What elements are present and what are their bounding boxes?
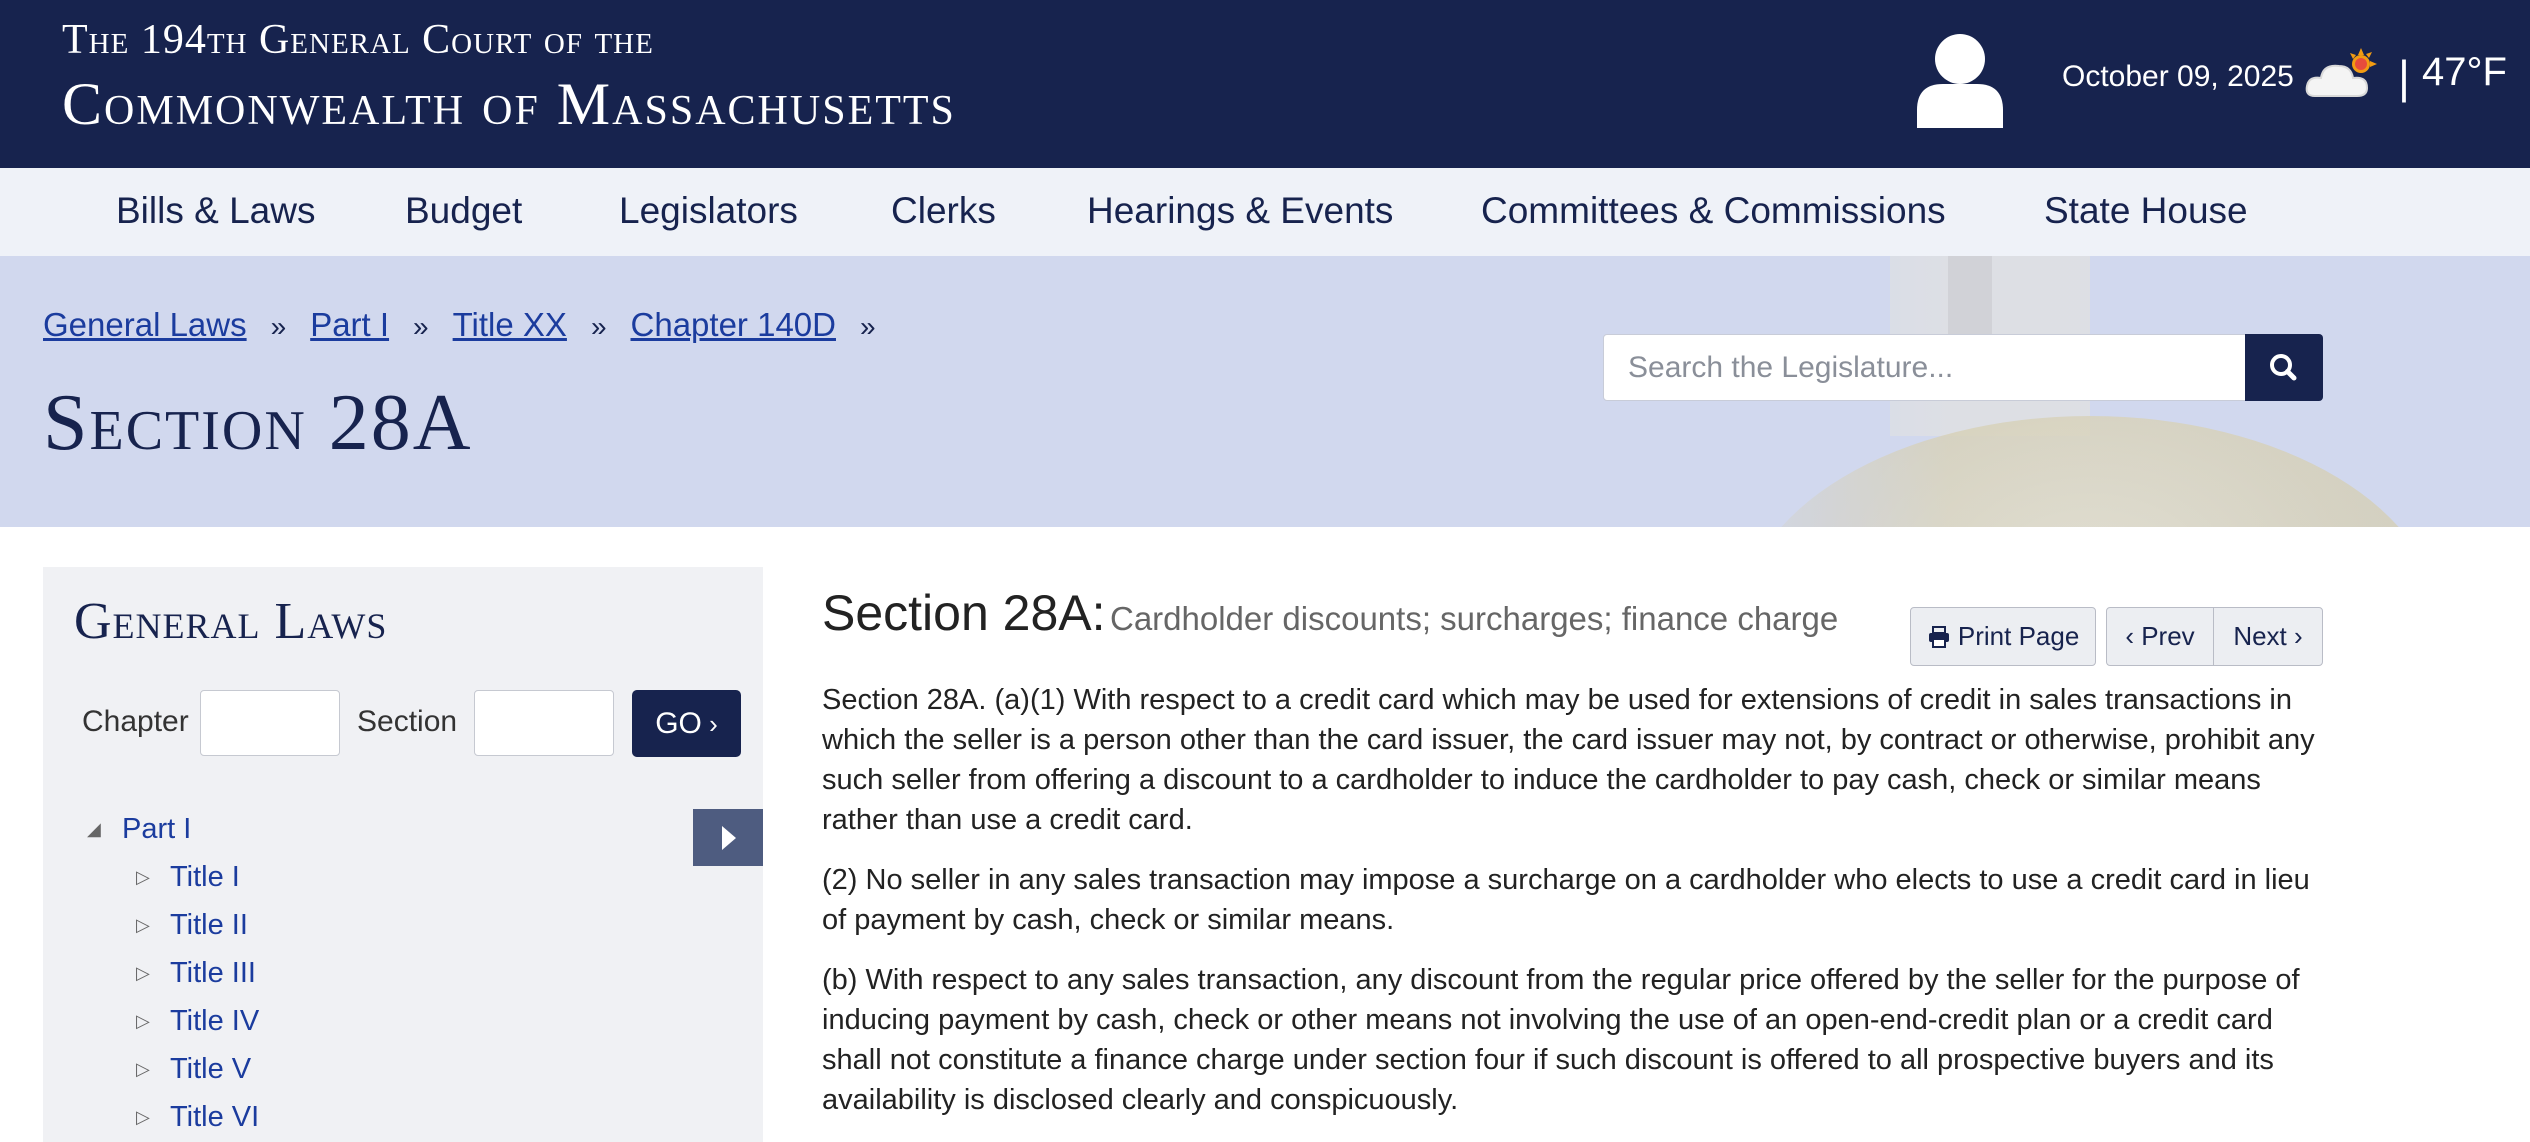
next-button[interactable]: Next › [2213, 607, 2323, 666]
search-button[interactable] [2245, 334, 2323, 401]
collapse-sidebar-button[interactable] [693, 809, 763, 866]
breadcrumb: General Laws » Part I » Title XX » Chapter 140… [43, 306, 900, 344]
section-input[interactable] [474, 690, 614, 756]
tree-title-ii[interactable]: Title II [170, 909, 248, 942]
collapsed-triangle-icon[interactable]: ▷ [136, 915, 150, 936]
collapsed-triangle-icon[interactable]: ▷ [136, 1107, 150, 1128]
go-label: GO [655, 707, 702, 740]
temperature: 47°F [2422, 50, 2507, 94]
collapsed-triangle-icon[interactable]: ▷ [136, 1011, 150, 1032]
breadcrumb-separator: » [859, 311, 876, 342]
chapter-input[interactable] [200, 690, 340, 756]
nav-legislators[interactable]: Legislators [619, 190, 798, 232]
site-header: The 194th General Court of the Commonwea… [0, 0, 2530, 168]
section-label: Section [357, 705, 458, 738]
expanded-triangle-icon[interactable]: ◢ [87, 819, 101, 840]
prev-button[interactable]: ‹ Prev [2106, 607, 2214, 666]
collapsed-triangle-icon[interactable]: ▷ [136, 867, 150, 888]
search-icon [2270, 354, 2297, 381]
paragraph-a1: Section 28A. (a)(1) With respect to a cr… [822, 684, 2315, 836]
tree-title-vi[interactable]: Title VI [170, 1101, 259, 1134]
breadcrumb-general-laws[interactable]: General Laws [43, 306, 247, 343]
chevron-left-icon: ‹ [2125, 621, 2142, 651]
chapter-label: Chapter [82, 705, 189, 738]
breadcrumb-title[interactable]: Title XX [453, 306, 567, 343]
chevron-right-icon: › [701, 709, 718, 739]
nav-committees-commissions[interactable]: Committees & Commissions [1481, 190, 1946, 232]
print-icon [1928, 626, 1949, 648]
court-line: The 194th General Court of the [62, 17, 654, 63]
collapsed-triangle-icon[interactable]: ▷ [136, 963, 150, 984]
section-caption: Cardholder discounts; surcharges; financ… [1109, 600, 1839, 637]
tree-title-iii[interactable]: Title III [170, 957, 256, 990]
nav-budget[interactable]: Budget [405, 190, 522, 232]
paragraph-b: (b) With respect to any sales transactio… [822, 964, 2300, 1116]
user-icon[interactable] [1915, 32, 2005, 128]
section-number: Section 28A: [822, 585, 1106, 641]
next-label: Next [2233, 621, 2287, 651]
sidebar-title: General Laws [74, 593, 388, 650]
commonwealth-title[interactable]: Commonwealth of Massachusetts [62, 70, 956, 139]
collapsed-triangle-icon[interactable]: ▷ [136, 1059, 150, 1080]
nav-hearings-events[interactable]: Hearings & Events [1087, 190, 1393, 232]
tree-title-v[interactable]: Title V [170, 1053, 251, 1086]
breadcrumb-separator: » [270, 311, 287, 342]
current-date: October 09, 2025 [2062, 60, 2294, 93]
breadcrumb-separator: » [413, 311, 429, 342]
page-title: Section 28A [43, 379, 473, 467]
nav-clerks[interactable]: Clerks [891, 190, 996, 232]
tree-title-i[interactable]: Title I [170, 861, 240, 894]
go-button[interactable]: GO › [632, 690, 741, 757]
paragraph-a2: (2) No seller in any sales transaction m… [822, 864, 2310, 936]
main-nav: Bills & Laws Budget Legislators Clerks H… [0, 168, 2530, 256]
section-heading: Section 28A: Cardholder discounts; surch… [822, 584, 1838, 642]
nav-bills-laws[interactable]: Bills & Laws [116, 190, 315, 232]
chevron-right-icon: › [2286, 621, 2303, 651]
prev-label: Prev [2141, 621, 2195, 651]
partly-cloudy-icon [2305, 46, 2385, 102]
search-input[interactable] [1603, 334, 2246, 401]
temperature-separator: | [2398, 51, 2410, 103]
breadcrumb-chapter[interactable]: Chapter 140D [631, 306, 836, 343]
nav-state-house[interactable]: State House [2044, 190, 2248, 232]
hero-banner: General Laws » Part I » Title XX » Chapter 140… [0, 256, 2530, 527]
tree-part-i[interactable]: Part I [122, 813, 191, 846]
print-page-label: Print Page [1957, 621, 2080, 651]
print-page-button[interactable]: Print Page [1910, 607, 2096, 666]
general-laws-sidebar: General Laws Chapter Section GO › ◢ Part… [43, 567, 763, 1142]
tree-title-iv[interactable]: Title IV [170, 1005, 259, 1038]
breadcrumb-separator: » [590, 311, 607, 342]
play-arrow-icon [722, 826, 736, 850]
breadcrumb-part[interactable]: Part I [310, 306, 389, 343]
